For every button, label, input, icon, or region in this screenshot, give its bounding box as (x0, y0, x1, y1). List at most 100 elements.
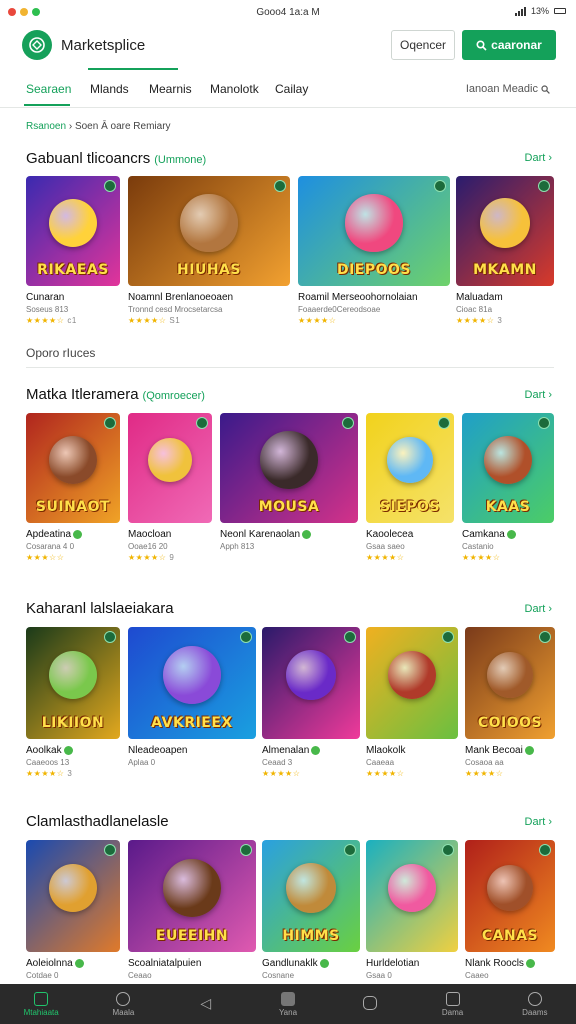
app-thumbnail[interactable]: SUINAOT (26, 413, 120, 523)
see-all-link[interactable]: Dart › (525, 816, 552, 828)
tab-mlands[interactable]: Mlands (90, 82, 129, 96)
app-card[interactable]: HIUHAS Noamnl Brenlanoeoaen Tronnd cesd Mr… (128, 176, 290, 334)
app-title[interactable]: Mank Becoai (465, 745, 534, 756)
tab-mearnis[interactable]: Mearnis (149, 82, 192, 96)
app-thumbnail[interactable] (128, 413, 212, 523)
app-card[interactable]: AVKRIEEX Nleadeoapen Aplaa 0 (128, 627, 256, 787)
app-title[interactable]: Nlank Roocls (465, 958, 535, 969)
app-title[interactable]: Aoolkak (26, 745, 73, 756)
app-thumbnail[interactable]: MOUSA (220, 413, 358, 523)
nav-home[interactable]: Mtahiaata (0, 984, 82, 1024)
active-tab-indicator (24, 104, 70, 106)
app-thumbnail[interactable]: RIKAEAS (26, 176, 120, 286)
open-button[interactable]: Oqencer (391, 30, 455, 60)
app-card[interactable]: KAAS Camkana Castanio ★★★★☆ (462, 413, 554, 571)
app-title[interactable]: Mlaokolk (366, 745, 405, 756)
app-title[interactable]: Apdeatina (26, 529, 83, 540)
nav-label: Maala (112, 1007, 135, 1017)
star-icons: ★★★★☆ (465, 769, 504, 778)
nav-search[interactable]: Maala (82, 984, 164, 1024)
marketplace-logo-icon[interactable] (22, 30, 52, 60)
app-card[interactable]: Maocloan Ooae16 20 ★★★★☆ 9 (128, 413, 212, 571)
app-card[interactable]: HIMMS Gandlunaklk Cosnane (262, 840, 360, 1000)
app-thumbnail[interactable]: COIOOS (465, 627, 555, 739)
app-thumbnail[interactable] (366, 627, 458, 739)
game-logo-text: MOUSA (258, 499, 320, 515)
app-card[interactable]: SIEPOS Kaoolecea Gsaa saeo ★★★★☆ (366, 413, 454, 571)
app-title[interactable]: Cunaran (26, 292, 64, 303)
window-controls[interactable] (8, 8, 40, 16)
app-card[interactable]: Almenalan Ceaad 3 ★★★★☆ (262, 627, 360, 787)
app-thumbnail[interactable]: SIEPOS (366, 413, 454, 523)
app-thumbnail[interactable]: AVKRIEEX (128, 627, 256, 739)
app-title[interactable]: Gandlunaklk (262, 958, 329, 969)
divider (26, 367, 554, 368)
app-thumbnail[interactable] (26, 840, 120, 952)
app-card[interactable]: Hurldelotian Gsaa 0 (366, 840, 458, 1000)
app-title[interactable]: Maocloan (128, 529, 171, 540)
app-card[interactable]: CANAS Nlank Roocls Caaeo (465, 840, 555, 1000)
rating-count: c1 (67, 316, 77, 325)
app-title[interactable]: Hurldelotian (366, 958, 419, 969)
game-logo-text: AVKRIEEX (151, 715, 233, 731)
app-title[interactable]: Nleadeoapen (128, 745, 188, 756)
battery-label: 13% (530, 6, 549, 16)
app-card[interactable]: RIKAEAS Cunaran Soseus 813 ★★★★☆ c1 (26, 176, 120, 334)
rating-stars: ★★★★☆ (465, 769, 503, 778)
app-card[interactable]: Aoleiolnna Cotdae 0 (26, 840, 120, 1000)
game-logo-text: KAAS (485, 499, 531, 515)
nav-store[interactable]: Dama (411, 984, 493, 1024)
search-button[interactable]: caaronar (462, 30, 556, 60)
nav-back[interactable]: ◁ (165, 984, 247, 1024)
app-card[interactable]: SUINAOT Apdeatina Cosarana 4 0 ★★★☆☆ (26, 413, 120, 571)
nav-library[interactable]: Yana (247, 984, 329, 1024)
nav-profile[interactable]: Daams (494, 984, 576, 1024)
rating-count: 9 (169, 553, 175, 562)
game-logo-text: LIKIION (41, 715, 105, 731)
minimize-dot-icon[interactable] (20, 8, 28, 16)
breadcrumb-rest[interactable]: Soen Ā oare Remiary (75, 121, 171, 132)
nav-chat[interactable] (329, 984, 411, 1024)
app-thumbnail[interactable] (262, 627, 360, 739)
app-thumbnail[interactable]: CANAS (465, 840, 555, 952)
app-card[interactable]: EUEEIHN Scoalniatalpuien Ceaao (128, 840, 256, 1000)
tab-manolotk[interactable]: Manolotk (210, 82, 259, 96)
app-title[interactable]: Maluadam (456, 292, 503, 303)
app-title-text: Roamil Merseoohornolaian (298, 292, 418, 303)
app-title[interactable]: Camkana (462, 529, 516, 540)
app-title[interactable]: Kaoolecea (366, 529, 413, 540)
breadcrumb-current[interactable]: Rsanoen (26, 121, 66, 132)
app-thumbnail[interactable]: EUEEIHN (128, 840, 256, 952)
see-all-link[interactable]: Dart › (525, 603, 552, 615)
maximize-dot-icon[interactable] (32, 8, 40, 16)
see-all-link[interactable]: Dart › (525, 152, 552, 164)
app-card[interactable]: DIEPOOS Roamil Merseoohornolaian Foaaerde0… (298, 176, 450, 334)
app-title[interactable]: Scoalniatalpuien (128, 958, 201, 969)
rating-stars: ★★★★☆ 3 (456, 316, 502, 325)
sort-control[interactable]: Ianoan Meadic (466, 83, 550, 95)
app-thumbnail[interactable]: DIEPOOS (298, 176, 450, 286)
app-card[interactable]: MKAMN Maluadam Cioac 81a ★★★★☆ 3 (456, 176, 554, 334)
app-thumbnail[interactable] (366, 840, 458, 952)
app-title-text: Mank Becoai (465, 745, 523, 756)
app-thumbnail[interactable]: HIUHAS (128, 176, 290, 286)
rating-stars: ★★★★☆ (366, 769, 404, 778)
app-card[interactable]: COIOOS Mank Becoai Cosaoa aa ★★★★☆ (465, 627, 555, 787)
app-card[interactable]: MOUSA Neonl Karenaolan Apph 813 (220, 413, 358, 571)
tab-cailay[interactable]: Cailay (275, 82, 308, 96)
app-card[interactable]: LIKIION Aoolkak Caaeoos 13 ★★★★☆ 3 (26, 627, 120, 787)
tab-searaen[interactable]: Searaen (26, 82, 71, 96)
app-title[interactable]: Noamnl Brenlanoeoaen (128, 292, 233, 303)
app-thumbnail[interactable]: MKAMN (456, 176, 554, 286)
app-thumbnail[interactable]: KAAS (462, 413, 554, 523)
app-title[interactable]: Almenalan (262, 745, 321, 756)
app-title[interactable]: Roamil Merseoohornolaian (298, 292, 418, 303)
app-title[interactable]: Aoleiolnna (26, 958, 84, 969)
app-thumbnail[interactable]: HIMMS (262, 840, 360, 952)
see-all-link[interactable]: Dart › (525, 389, 552, 401)
verified-icon (104, 180, 116, 192)
close-dot-icon[interactable] (8, 8, 16, 16)
app-thumbnail[interactable]: LIKIION (26, 627, 120, 739)
app-title[interactable]: Neonl Karenaolan (220, 529, 312, 540)
app-card[interactable]: Mlaokolk Caaeaa ★★★★☆ (366, 627, 458, 787)
